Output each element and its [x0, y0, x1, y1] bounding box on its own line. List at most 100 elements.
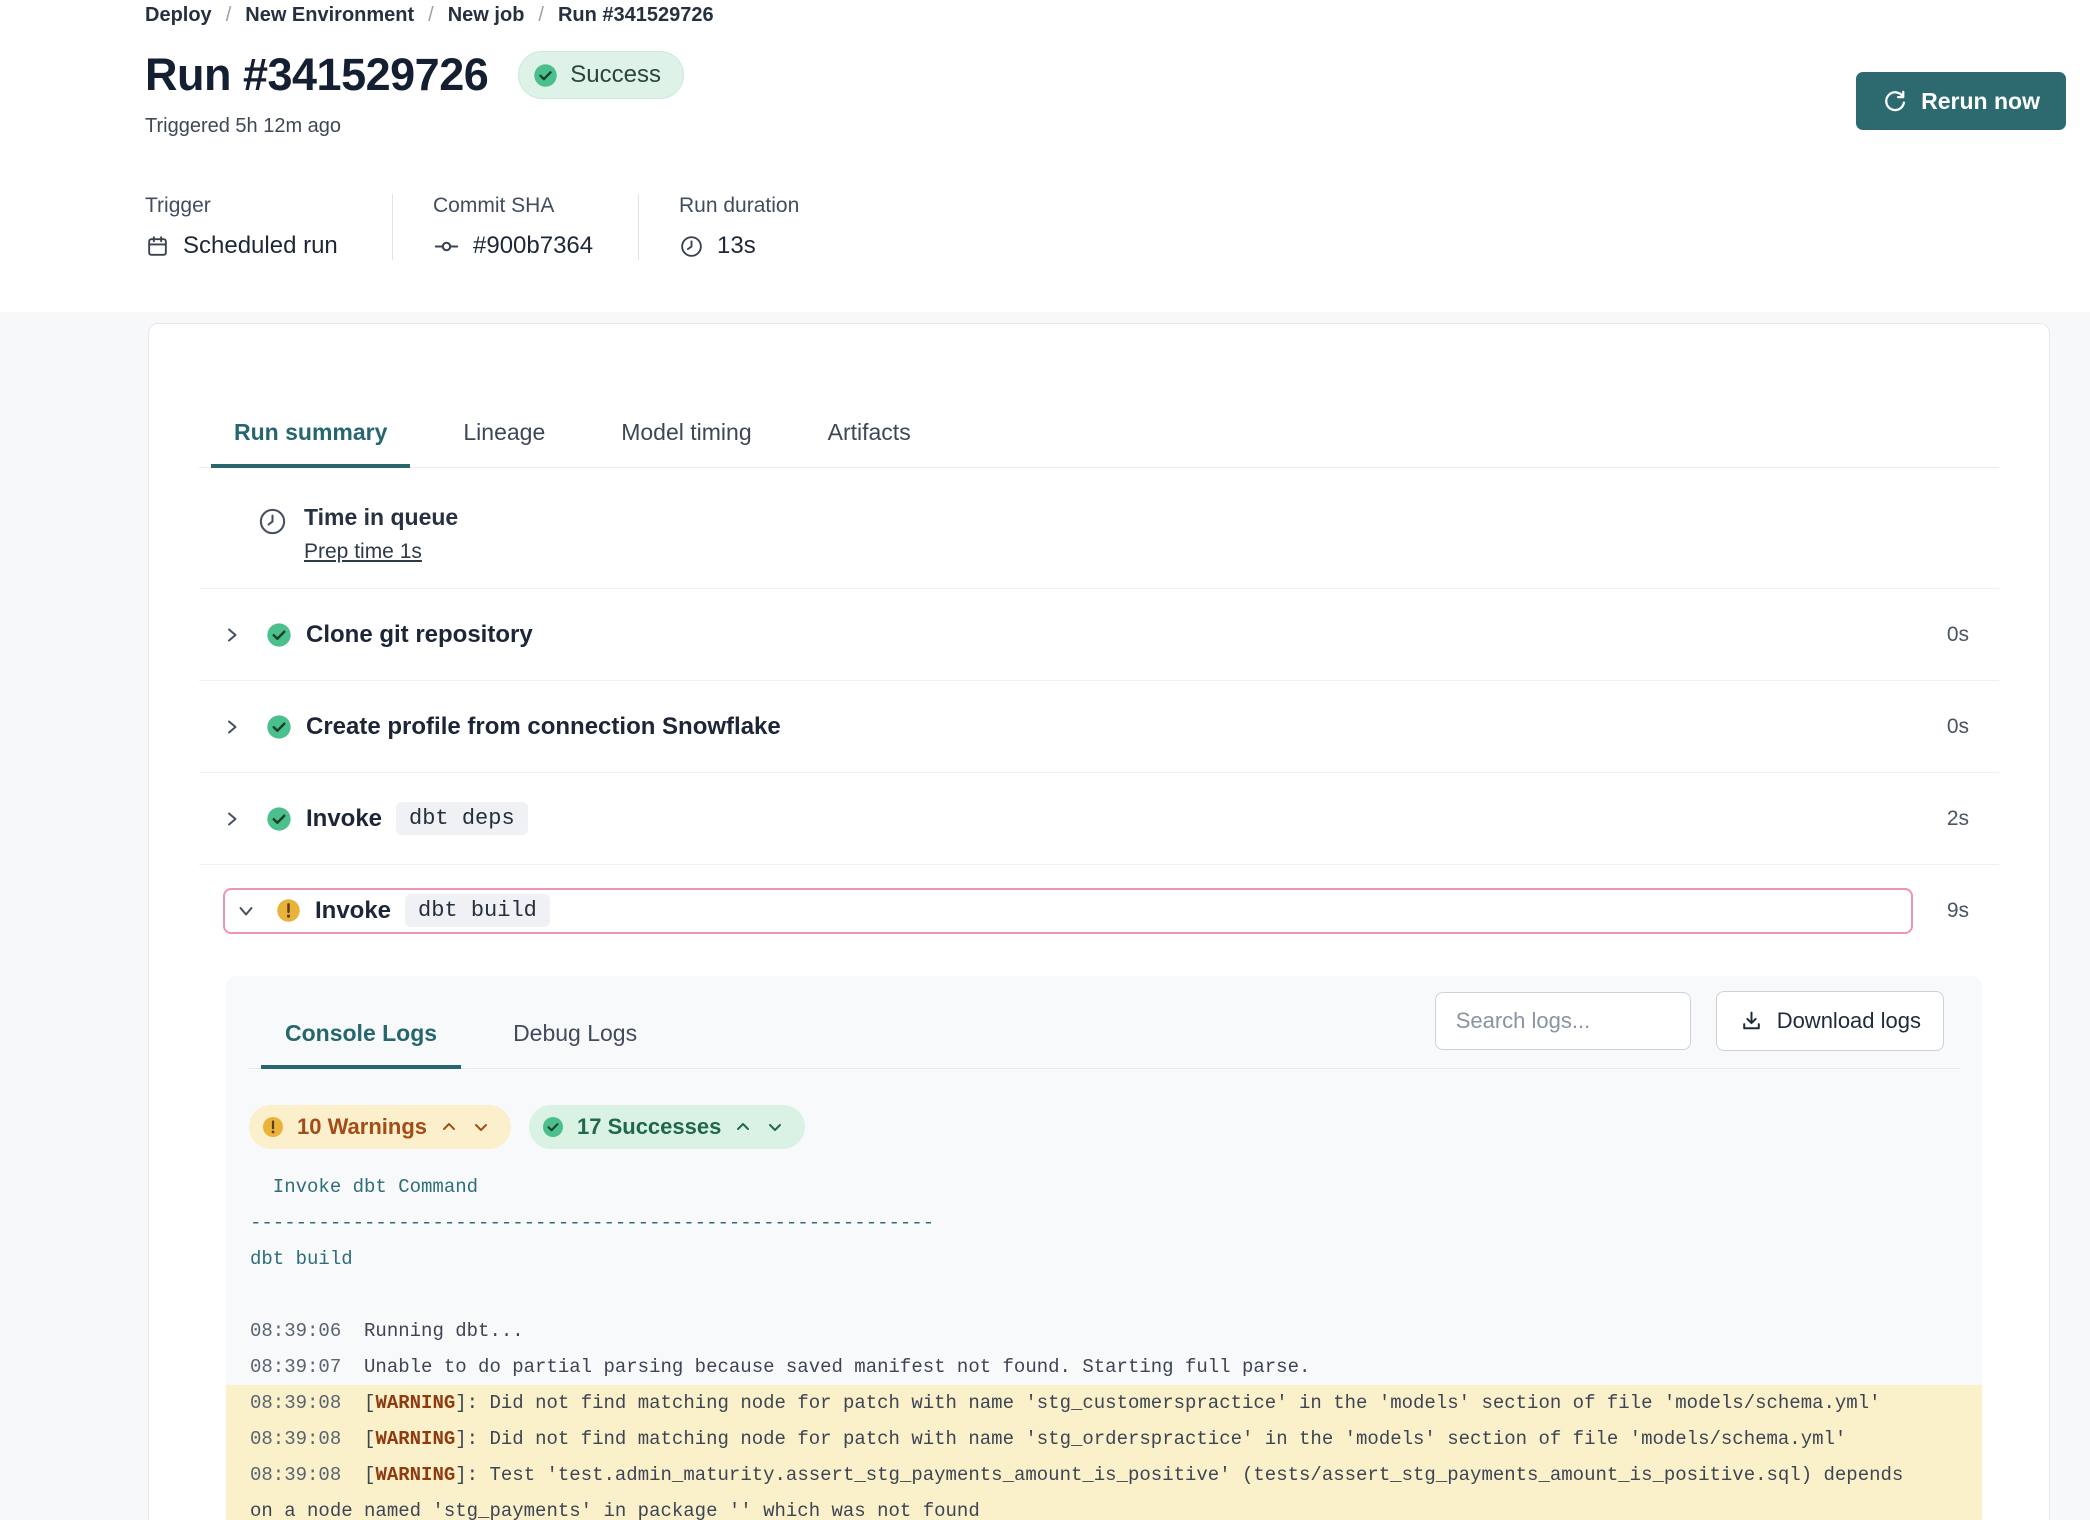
log-filter-badges: 10 Warnings 17 Successes	[249, 1105, 1982, 1149]
step-duration: 0s	[1933, 715, 1969, 739]
tab-artifacts[interactable]: Artifacts	[805, 419, 934, 468]
success-check-icon	[532, 62, 559, 89]
breadcrumb-item-environment[interactable]: New Environment	[245, 4, 414, 27]
breadcrumb-current: Run #341529726	[558, 4, 714, 27]
rerun-icon	[1882, 88, 1908, 114]
warning-icon	[275, 897, 302, 924]
log-header: Console Logs Debug Logs Download logs	[248, 976, 1960, 1069]
time-in-queue-section: Time in queue Prep time 1s	[149, 468, 2049, 564]
step-row-create-profile[interactable]: Create profile from connection Snowflake…	[149, 681, 2049, 772]
meta-trigger: Trigger Scheduled run	[145, 194, 392, 260]
log-line: 08:39:07 Unable to do partial parsing be…	[226, 1349, 1982, 1385]
step-duration: 2s	[1933, 807, 1969, 831]
warning-icon	[261, 1115, 285, 1139]
breadcrumb: Deploy / New Environment / New job / Run…	[145, 0, 2090, 27]
breadcrumb-separator: /	[428, 4, 434, 27]
time-in-queue-title: Time in queue	[304, 504, 458, 531]
breadcrumb-item-deploy[interactable]: Deploy	[145, 4, 212, 27]
log-line	[226, 1277, 1982, 1313]
log-line: 08:39:08 [WARNING]: Did not find matchin…	[226, 1421, 1982, 1457]
breadcrumb-separator: /	[538, 4, 544, 27]
log-timestamp: 08:39:06	[250, 1320, 341, 1342]
warning-tag: WARNING	[375, 1428, 455, 1450]
successes-badge[interactable]: 17 Successes	[529, 1105, 805, 1149]
step-title: Invoke	[306, 805, 382, 833]
run-summary-card: Run summary Lineage Model timing Artifac…	[148, 323, 2050, 1520]
log-line: dbt build	[226, 1241, 1982, 1277]
log-timestamp: 08:39:08	[250, 1464, 341, 1486]
warning-tag: WARNING	[375, 1464, 455, 1486]
download-icon	[1739, 1009, 1764, 1034]
log-line: 08:39:06 Running dbt...	[226, 1313, 1982, 1349]
page-title: Run #341529726	[145, 49, 488, 101]
trigger-value: Scheduled run	[183, 232, 338, 260]
successes-prev-icon[interactable]	[733, 1117, 753, 1137]
download-logs-button[interactable]: Download logs	[1716, 991, 1944, 1051]
meta-commit: Commit SHA #900b7364	[392, 194, 638, 260]
rerun-button-label: Rerun now	[1921, 88, 2040, 115]
warnings-prev-icon[interactable]	[439, 1117, 459, 1137]
queue-clock-icon	[257, 506, 288, 564]
meta-duration: Run duration 13s	[638, 194, 841, 260]
run-meta: Trigger Scheduled run Commit SHA #900b73…	[145, 194, 2090, 260]
chevron-right-icon[interactable]	[223, 626, 241, 644]
commit-sha-value: #900b7364	[473, 232, 593, 260]
tab-run-summary[interactable]: Run summary	[211, 419, 410, 468]
step-row-dbt-build[interactable]: Invoke dbt build 9s	[149, 865, 2049, 956]
step-title: Create profile from connection Snowflake	[306, 713, 781, 741]
warnings-next-icon[interactable]	[471, 1117, 491, 1137]
prep-time-link[interactable]: Prep time 1s	[304, 540, 458, 564]
log-timestamp: 08:39:08	[250, 1392, 341, 1414]
commit-sha-label: Commit SHA	[433, 194, 596, 218]
tab-model-timing[interactable]: Model timing	[598, 419, 774, 468]
log-line: 08:39:08 [WARNING]: Did not find matchin…	[226, 1385, 1982, 1421]
step-duration: 0s	[1933, 623, 1969, 647]
log-panel: Console Logs Debug Logs Download logs 10…	[226, 976, 1982, 1520]
clock-icon	[679, 234, 704, 259]
trigger-label: Trigger	[145, 194, 350, 218]
step-row-clone-git[interactable]: Clone git repository 0s	[149, 589, 2049, 680]
chevron-right-icon[interactable]	[223, 810, 241, 828]
console-log-lines: Invoke dbt Command----------------------…	[226, 1169, 1982, 1520]
log-line: Invoke dbt Command	[226, 1169, 1982, 1205]
expanded-step-outline[interactable]: Invoke dbt build	[223, 888, 1913, 934]
warning-tag: WARNING	[375, 1392, 455, 1414]
page-header: Deploy / New Environment / New job / Run…	[0, 0, 2090, 312]
step-command-chip: dbt build	[405, 894, 550, 927]
triggered-timestamp: Triggered 5h 12m ago	[145, 115, 2090, 138]
success-check-icon	[265, 621, 293, 649]
step-duration: 9s	[1933, 899, 1969, 923]
log-line-continuation: on a node named 'stg_payments' in packag…	[226, 1493, 1982, 1520]
success-check-icon	[265, 805, 293, 833]
step-title: Invoke	[315, 897, 391, 925]
chevron-right-icon[interactable]	[223, 718, 241, 736]
run-tabs: Run summary Lineage Model timing Artifac…	[199, 324, 1999, 468]
chevron-down-icon[interactable]	[237, 902, 255, 920]
step-title: Clone git repository	[306, 621, 533, 649]
warnings-badge[interactable]: 10 Warnings	[249, 1105, 511, 1149]
step-command-chip: dbt deps	[396, 802, 528, 835]
success-check-icon	[541, 1115, 565, 1139]
tab-debug-logs[interactable]: Debug Logs	[489, 1020, 661, 1069]
search-logs-input[interactable]	[1435, 992, 1691, 1050]
download-logs-label: Download logs	[1777, 1008, 1921, 1034]
log-line: ----------------------------------------…	[226, 1205, 1982, 1241]
calendar-icon	[145, 234, 170, 259]
breadcrumb-item-job[interactable]: New job	[448, 4, 525, 27]
rerun-now-button[interactable]: Rerun now	[1856, 72, 2066, 130]
run-duration-label: Run duration	[679, 194, 799, 218]
log-timestamp: 08:39:07	[250, 1356, 341, 1378]
step-row-dbt-deps[interactable]: Invoke dbt deps 2s	[149, 773, 2049, 864]
log-line: 08:39:08 [WARNING]: Test 'test.admin_mat…	[226, 1457, 1982, 1493]
breadcrumb-separator: /	[226, 4, 232, 27]
run-duration-value: 13s	[717, 232, 756, 260]
tab-console-logs[interactable]: Console Logs	[261, 1020, 461, 1069]
status-badge-label: Success	[570, 61, 661, 89]
success-check-icon	[265, 713, 293, 741]
warnings-badge-label: 10 Warnings	[297, 1114, 427, 1140]
successes-next-icon[interactable]	[765, 1117, 785, 1137]
successes-badge-label: 17 Successes	[577, 1114, 721, 1140]
tab-lineage[interactable]: Lineage	[440, 419, 568, 468]
status-badge: Success	[518, 51, 684, 99]
commit-icon	[433, 233, 460, 260]
